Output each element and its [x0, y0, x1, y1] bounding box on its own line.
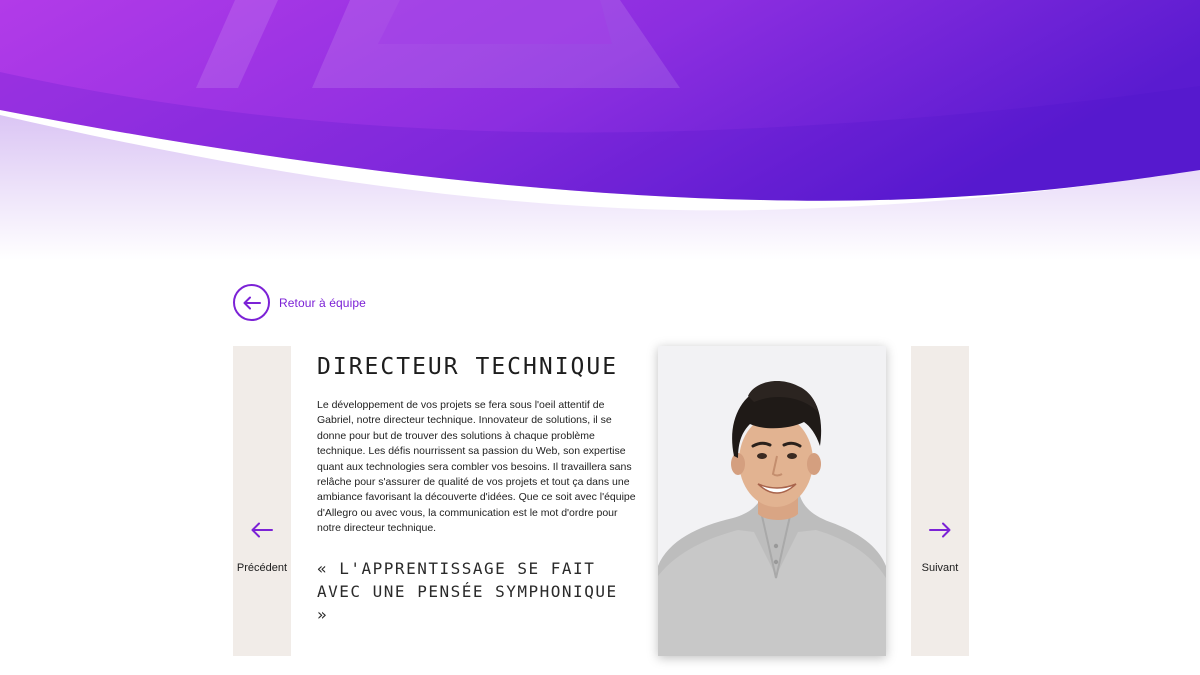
bio-paragraph: Le développement de vos projets se fera …: [317, 399, 636, 535]
arrow-left-icon: [243, 296, 261, 309]
previous-member-button[interactable]: Précédent: [233, 346, 291, 656]
back-link-label: Retour à équipe: [279, 295, 366, 310]
previous-label: Précédent: [236, 562, 288, 574]
hero-wave-graphic: [0, 0, 1200, 260]
person-photo-illustration: [658, 381, 886, 656]
portrait-photo: [658, 346, 886, 656]
arrow-right-icon: [929, 522, 951, 538]
quote: « L'apprentissage se fait avec une pensé…: [317, 558, 618, 624]
back-circle: [233, 284, 270, 321]
arrow-left-icon: [251, 522, 273, 538]
role-title: Directeur technique: [317, 354, 619, 380]
next-label: Suivant: [921, 562, 959, 574]
hero-banner: [0, 0, 1200, 260]
back-to-team-link[interactable]: Retour à équipe: [233, 284, 366, 321]
profile-content: Directeur technique Le développement de …: [317, 350, 637, 626]
next-member-button[interactable]: Suivant: [911, 346, 969, 656]
